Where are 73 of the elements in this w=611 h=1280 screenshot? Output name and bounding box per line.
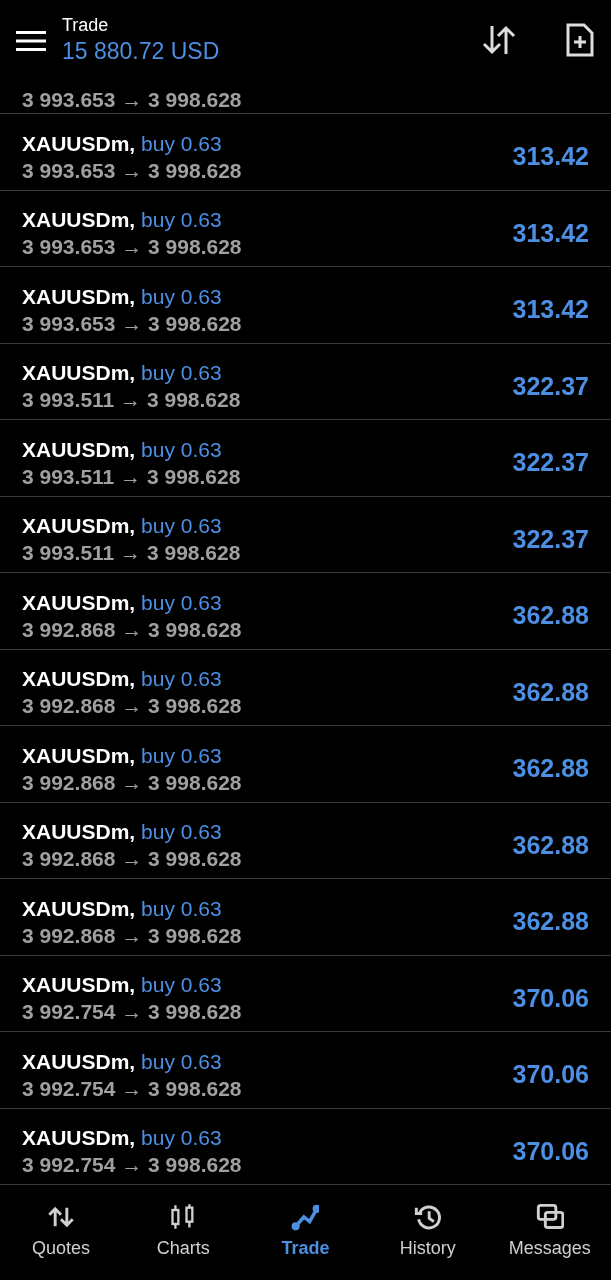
price-range: 3 992.868 → 3 998.628 xyxy=(22,616,242,643)
position-row[interactable]: XAUUSDm, buy 0.63 3 992.754 → 3 998.628 370.06 xyxy=(0,1108,611,1185)
price-range: 3 992.868 → 3 998.628 xyxy=(22,846,242,873)
position-title: XAUUSDm, buy 0.63 xyxy=(22,972,223,999)
sort-icon xyxy=(481,24,517,56)
price-range: 3 993.653 → 3 998.628 xyxy=(22,157,242,184)
profit-value: 370.06 xyxy=(512,1135,589,1167)
price-range: 3 993.511 → 3 998.628 xyxy=(22,463,241,490)
menu-icon xyxy=(16,29,46,52)
screen-title: Trade xyxy=(62,14,110,36)
position-row[interactable]: XAUUSDm, buy 0.63 3 993.653 → 3 998.628 313.42 xyxy=(0,114,611,191)
position-row[interactable]: XAUUSDm, buy 0.63 3 992.868 → 3 998.628 362.88 xyxy=(0,802,611,879)
price-range: 3 992.754 → 3 998.628 xyxy=(22,1075,242,1102)
price-range: 3 993.511 → 3 998.628 xyxy=(22,387,241,414)
nav-tab[interactable]: History xyxy=(372,1197,483,1268)
price-range: 3 992.868 → 3 998.628 xyxy=(22,922,242,949)
position-row[interactable]: XAUUSDm, buy 0.63 3 992.754 → 3 998.628 370.06 xyxy=(0,955,611,1032)
position-title: XAUUSDm, buy 0.63 xyxy=(22,1125,223,1152)
profit-value: 362.88 xyxy=(512,676,589,708)
position-title: XAUUSDm, buy 0.63 xyxy=(22,130,223,157)
price-range: 3 992.868 → 3 998.628 xyxy=(22,693,242,720)
profit-value: 322.37 xyxy=(512,370,589,402)
position-title: XAUUSDm, buy 0.63 xyxy=(22,360,223,387)
profit-value: 313.42 xyxy=(512,217,589,249)
nav-tab[interactable]: Quotes xyxy=(6,1197,117,1268)
profit-value: 362.88 xyxy=(512,829,589,861)
position-title: XAUUSDm, buy 0.63 xyxy=(22,436,223,463)
price-range: 3 993.653 → 3 998.628 xyxy=(22,87,242,113)
price-range: 3 992.754 → 3 998.628 xyxy=(22,1152,242,1179)
position-title: XAUUSDm, buy 0.63 xyxy=(22,819,223,846)
price-range: 3 992.868 → 3 998.628 xyxy=(22,769,242,796)
position-row[interactable]: XAUUSDm, buy 0.63 3 992.868 → 3 998.628 362.88 xyxy=(0,726,611,803)
position-row[interactable]: XAUUSDm, buy 0.63 3 992.868 → 3 998.628 362.88 xyxy=(0,879,611,956)
sort-button[interactable] xyxy=(481,24,517,56)
nav-tab[interactable]: Charts xyxy=(128,1197,239,1268)
profit-value: 322.37 xyxy=(512,523,589,555)
profit-value: 362.88 xyxy=(512,600,589,631)
position-row[interactable]: XAUUSDm, buy 0.63 3 993.653 → 3 998.628 313.42 xyxy=(0,267,611,344)
position-title: XAUUSDm, buy 0.63 xyxy=(22,283,223,310)
price-range: 3 993.653 → 3 998.628 xyxy=(22,310,242,337)
position-row[interactable]: XAUUSDm, buy 0.63 3 993.511 → 3 998.628 322.37 xyxy=(0,420,611,497)
position-title: XAUUSDm, buy 0.63 xyxy=(22,666,223,693)
position-row[interactable]: XAUUSDm, buy 0.63 3 993.511 → 3 998.628 322.37 xyxy=(0,343,611,420)
profit-value: 322.37 xyxy=(512,447,589,478)
chat-icon xyxy=(535,1203,564,1231)
add-document-icon xyxy=(565,22,595,58)
position-row[interactable]: XAUUSDm, buy 0.63 3 993.511 → 3 998.628 322.37 xyxy=(0,496,611,573)
position-title: XAUUSDm, buy 0.63 xyxy=(22,895,223,922)
position-row[interactable]: XAUUSDm, buy 0.63 3 992.754 → 3 998.628 370.06 xyxy=(0,1032,611,1109)
position-row[interactable]: XAUUSDm, buy 0.63 3 993.653 → 3 998.628 313.42 xyxy=(0,190,611,267)
position-title: XAUUSDm, buy 0.63 xyxy=(22,513,223,540)
position-title: XAUUSDm, buy 0.63 xyxy=(22,1048,223,1075)
profit-value: 313.42 xyxy=(512,141,589,172)
position-row[interactable]: XAUUSDm, buy 0.63 3 992.868 → 3 998.628 362.88 xyxy=(0,573,611,650)
position-title: XAUUSDm, buy 0.63 xyxy=(22,742,223,769)
price-range: 3 993.653 → 3 998.628 xyxy=(22,234,242,261)
position-title: XAUUSDm, buy 0.63 xyxy=(22,589,223,616)
position-title: XAUUSDm, buy 0.63 xyxy=(22,207,223,234)
profit-value: 370.06 xyxy=(512,982,589,1014)
menu-button[interactable] xyxy=(16,28,46,52)
profit-value: 313.42 xyxy=(512,294,589,325)
account-balance: 15 880.72 USD xyxy=(62,37,221,66)
history-icon xyxy=(413,1203,442,1231)
profit-value: 362.88 xyxy=(512,753,589,784)
nav-tab[interactable]: Messages xyxy=(494,1197,605,1268)
line-chart-icon xyxy=(291,1203,320,1231)
price-range: 3 992.754 → 3 998.628 xyxy=(22,999,242,1026)
position-row[interactable]: XAUUSDm, buy 0.63 3 992.868 → 3 998.628 362.88 xyxy=(0,649,611,726)
price-range: 3 993.511 → 3 998.628 xyxy=(22,540,241,567)
profit-value: 370.06 xyxy=(512,1059,589,1090)
nav-tab[interactable]: Trade xyxy=(250,1197,361,1268)
new-order-button[interactable] xyxy=(565,22,595,58)
profit-value: 362.88 xyxy=(512,906,589,937)
